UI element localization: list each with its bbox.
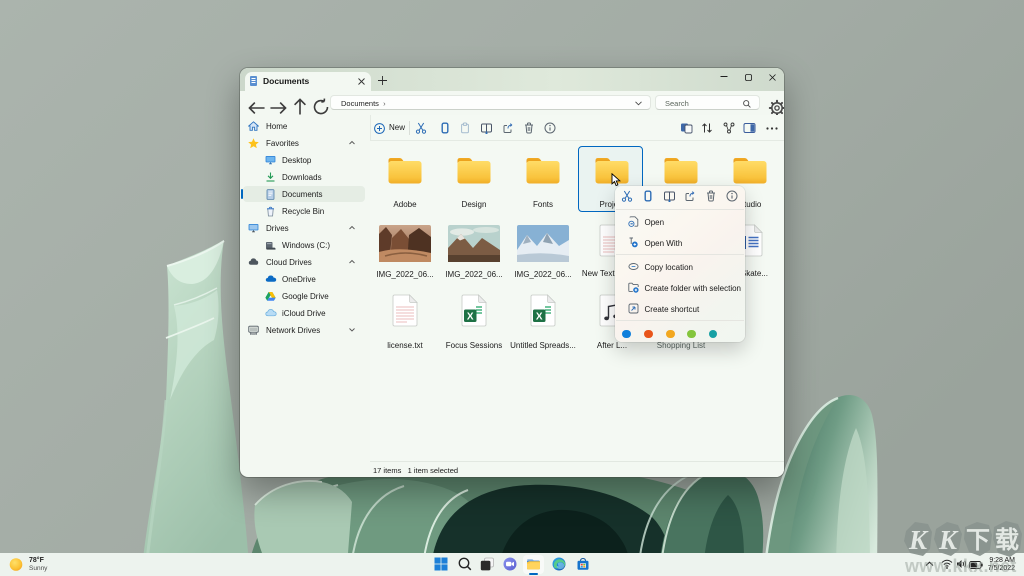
svg-text:K: K	[908, 525, 929, 555]
svg-text:载: 载	[995, 527, 1019, 554]
svg-text:下: 下	[966, 528, 990, 554]
svg-text:K: K	[938, 525, 959, 555]
svg-text:X: X	[536, 311, 543, 322]
svg-text:X: X	[467, 311, 474, 322]
